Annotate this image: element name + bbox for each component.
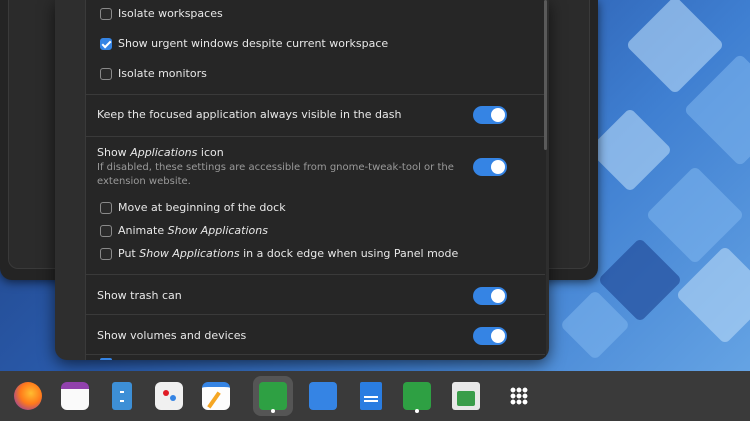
dock-item-calendar[interactable] xyxy=(55,376,95,416)
writer-document-icon xyxy=(360,382,382,410)
move-beginning-label: Move at beginning of the dock xyxy=(118,201,286,214)
dock-item-app-grid[interactable] xyxy=(499,376,539,416)
separator xyxy=(85,136,545,137)
scrollbar[interactable] xyxy=(544,0,547,150)
trash-icon xyxy=(452,382,480,410)
animate-label: Animate Show Applications xyxy=(118,224,268,237)
firefox-icon xyxy=(14,382,42,410)
calendar-icon xyxy=(61,382,89,410)
dock-item-file-cabinet[interactable] xyxy=(102,376,142,416)
puzzle-icon xyxy=(309,382,337,410)
text-editor-icon xyxy=(202,382,230,410)
dock-item-puzzle[interactable] xyxy=(303,376,343,416)
show-volumes-label: Show volumes and devices xyxy=(97,329,247,342)
show-urgent-checkbox[interactable] xyxy=(100,38,112,50)
dock-item-extensions-green[interactable] xyxy=(397,376,437,416)
show-trash-label: Show trash can xyxy=(97,289,182,302)
separator xyxy=(85,354,545,355)
separator xyxy=(85,314,545,315)
separator xyxy=(85,274,545,275)
put-edge-checkbox[interactable] xyxy=(100,248,112,260)
keep-focused-label: Keep the focused application always visi… xyxy=(97,108,402,121)
show-apps-toggle[interactable] xyxy=(473,158,507,176)
animate-checkbox[interactable] xyxy=(100,225,112,237)
keep-focused-toggle[interactable] xyxy=(473,106,507,124)
dock-item-extensions[interactable] xyxy=(253,376,293,416)
separator xyxy=(85,94,545,95)
isolate-workspaces-checkbox[interactable] xyxy=(100,8,112,20)
dock-item-trash[interactable] xyxy=(446,376,486,416)
isolate-workspaces-label: Isolate workspaces xyxy=(118,7,223,20)
dock-item-writer[interactable] xyxy=(350,376,390,416)
isolate-monitors-checkbox[interactable] xyxy=(100,68,112,80)
show-urgent-label: Show urgent windows despite current work… xyxy=(118,37,389,50)
dock-item-firefox[interactable] xyxy=(8,376,48,416)
dock-item-software[interactable] xyxy=(149,376,189,416)
running-indicator xyxy=(415,409,419,413)
move-beginning-checkbox[interactable] xyxy=(100,202,112,214)
dock-item-text-editor[interactable] xyxy=(196,376,236,416)
show-apps-label: Show Applications icon xyxy=(97,146,224,159)
dock xyxy=(0,371,750,421)
extensions-green-icon xyxy=(403,382,431,410)
app-grid-icon xyxy=(505,382,533,410)
put-edge-label: Put Show Applications in a dock edge whe… xyxy=(118,247,459,260)
running-indicator xyxy=(271,409,275,413)
dock-settings-dialog: Isolate workspaces Show urgent windows d… xyxy=(55,0,549,360)
isolate-monitors-label: Isolate monitors xyxy=(118,67,207,80)
show-trash-toggle[interactable] xyxy=(473,287,507,305)
software-store-icon xyxy=(155,382,183,410)
file-cabinet-icon xyxy=(112,382,132,410)
next-checkbox-partial[interactable] xyxy=(100,358,112,360)
show-volumes-toggle[interactable] xyxy=(473,327,507,345)
show-apps-description: If disabled, these settings are accessib… xyxy=(97,162,454,187)
extensions-icon xyxy=(259,382,287,410)
